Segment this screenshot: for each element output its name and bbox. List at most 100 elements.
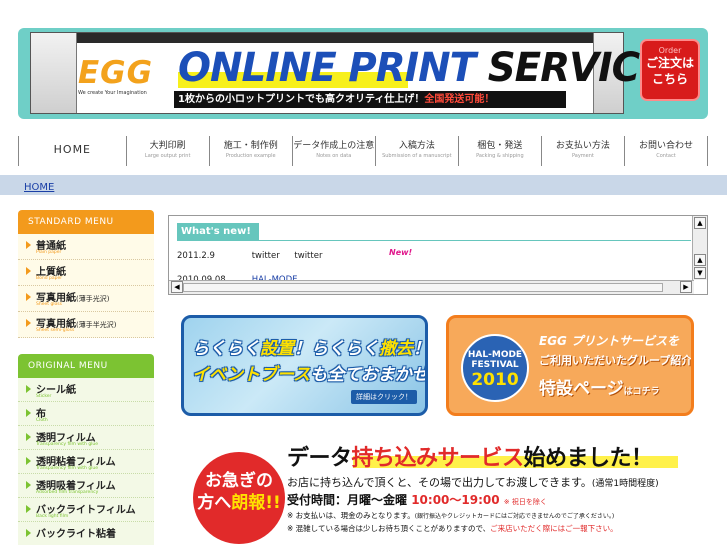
- menu-item-backlight-adhesive[interactable]: バックライト粘着: [18, 522, 154, 545]
- festival-year: 2010: [471, 370, 519, 390]
- nav-label: お問い合わせ: [638, 141, 693, 151]
- nav-label: お支払い方法: [555, 141, 610, 151]
- promo2-line2: ご利用いただいたグループ紹介: [539, 354, 693, 367]
- urgent-badge: お急ぎの 方へ朗報!!: [193, 452, 285, 544]
- whats-new-rule: [177, 240, 691, 241]
- order-button[interactable]: Order ご注文は こちら: [640, 39, 700, 101]
- scroll-thumb[interactable]: [183, 283, 663, 292]
- nav-sub: Packing & shipping: [476, 153, 524, 159]
- tagline-shipping: 全国発送可能！: [424, 94, 495, 105]
- menu-item-sub: Transparency film with glue: [36, 442, 99, 447]
- festival-name: HAL-MODE: [467, 350, 523, 360]
- nav-label: 梱包・発送: [477, 141, 523, 151]
- arrow-icon: [26, 457, 31, 465]
- standard-menu-header: STANDARD MENU: [18, 210, 154, 234]
- news-vertical-scrollbar[interactable]: ▲ ▲ ▼: [692, 216, 707, 280]
- menu-item-sticker[interactable]: シール紙 Sticker: [18, 378, 154, 402]
- nav-sub: Contact: [656, 153, 676, 159]
- nav-payment[interactable]: お支払い方法 Payment: [540, 136, 624, 166]
- menu-item-cloth[interactable]: 布 Cloth: [18, 402, 154, 426]
- headline-part-a: ONLINE PRINT: [178, 45, 476, 91]
- page-root: { "header": { "logo_text": "EGG", "logo_…: [0, 0, 727, 545]
- order-button-en: Order: [658, 46, 682, 55]
- headline-part-b: SERVICE: [487, 45, 666, 91]
- arrow-icon: [26, 267, 31, 275]
- menu-item-label: バックライト粘着: [36, 529, 116, 540]
- arrow-icon: [26, 293, 31, 301]
- news-text: twitter: [294, 251, 323, 261]
- scroll-up-icon[interactable]: ▲: [694, 217, 706, 229]
- menu-item-sub: Sticker: [36, 394, 52, 399]
- news-date: 2011.2.9: [177, 251, 215, 261]
- menu-item-sub: Sheet semi-gloss: [36, 328, 75, 333]
- new-badge: New!: [389, 248, 413, 257]
- order-button-label-1: ご注文は: [645, 56, 694, 70]
- nav-submission[interactable]: 入稿方法 Submission of a manuscript: [374, 136, 458, 166]
- menu-item-sub: Transparency film with glue: [36, 466, 99, 471]
- news-row: 2011.2.9 twitter twitter: [177, 251, 322, 261]
- data-service-description: お店に持ち込んで頂くと、その場で出力してお渡しできます。(通常1時間程度): [287, 476, 659, 489]
- printer-top: [77, 33, 593, 43]
- original-menu-header: ORIGINAL MENU: [18, 354, 154, 378]
- scroll-right-icon[interactable]: ▶: [680, 281, 692, 293]
- news-text: twitter: [251, 251, 280, 261]
- menu-item-adsorbed-film[interactable]: 透明吸着フィルム Adsorbed film transparency: [18, 474, 154, 498]
- promo1-detail-button[interactable]: 詳細はクリック！: [351, 390, 417, 404]
- logo-subtitle: We create Your Imagination: [78, 90, 147, 96]
- festival-badge: HAL-MODE FESTIVAL 2010: [461, 334, 529, 402]
- menu-item-transparent-adhesive-film[interactable]: 透明粘着フィルム Transparency film with glue: [18, 450, 154, 474]
- nav-sub: Production example: [225, 153, 276, 159]
- festival-word: FESTIVAL: [471, 360, 519, 370]
- data-service-section: お急ぎの 方へ朗報!! データ持ち込みサービス始めました！ お店に持ち込んで頂く…: [193, 436, 693, 545]
- menu-item-backlight-film[interactable]: バックライトフィルム Back light film: [18, 498, 154, 522]
- menu-item-transparent-film[interactable]: 透明フィルム Transparency film with glue: [18, 426, 154, 450]
- printer-side-left: [31, 33, 77, 113]
- promo1-line1: らくらく設置！らくらく撤去！: [192, 339, 425, 359]
- news-horizontal-scrollbar[interactable]: ◀ ▶: [169, 280, 694, 294]
- nav-label: HOME: [53, 143, 92, 156]
- arrow-icon: [26, 409, 31, 417]
- nav-data-notes[interactable]: データ作成上の注意 Notes on data: [291, 136, 375, 166]
- arrow-icon: [26, 241, 31, 249]
- urgent-badge-line2: 方へ朗報!!: [197, 493, 281, 513]
- standard-menu-list: 普通紙 Plain paper 上質紙 Bond paper 写真用紙(薄手光沢…: [18, 234, 154, 338]
- promo2-line3: 特設ページはコチラ: [539, 379, 660, 399]
- scroll-up-small-icon[interactable]: ▲: [694, 254, 706, 266]
- nav-sub: Payment: [571, 153, 594, 159]
- menu-item-bond-paper[interactable]: 上質紙 Bond paper: [18, 260, 154, 286]
- arrow-icon: [26, 529, 31, 537]
- nav-packing-shipping[interactable]: 梱包・発送 Packing & shipping: [457, 136, 541, 166]
- tagline: 1枚からの小ロットプリントでも高クオリティ仕上げ！全国発送可能！: [174, 91, 566, 108]
- nav-production-example[interactable]: 施工・制作例 Production example: [208, 136, 292, 166]
- egg-logo[interactable]: EGG We create Your Imagination: [78, 56, 158, 106]
- arrow-icon: [26, 385, 31, 393]
- arrow-icon: [26, 481, 31, 489]
- scroll-down-icon[interactable]: ▼: [694, 267, 706, 279]
- original-menu-list: シール紙 Sticker 布 Cloth 透明フィルム Transparency…: [18, 378, 154, 545]
- urgent-badge-line1: お急ぎの: [205, 471, 273, 491]
- breadcrumb-home-link[interactable]: HOME: [24, 182, 54, 193]
- event-booth-banner[interactable]: らくらく設置！らくらく撤去！ イベントブースも全ておまかせ！ 詳細はクリック！: [181, 315, 428, 416]
- nav-sub: Large output print: [144, 153, 191, 159]
- nav-label: 入稿方法: [398, 141, 435, 151]
- nav-label: データ作成上の注意: [293, 141, 375, 151]
- menu-item-sheet-semi-gloss[interactable]: 写真用紙(薄手半光沢) Sheet semi-gloss: [18, 312, 154, 338]
- breadcrumb: HOME: [0, 175, 727, 195]
- menu-item-sheet-gloss[interactable]: 写真用紙(薄手光沢) Sheet gloss: [18, 286, 154, 312]
- menu-item-plain-paper[interactable]: 普通紙 Plain paper: [18, 234, 154, 260]
- data-service-note2: ※ 混雑している場合は少しお待ち頂くことがありますので、ご来店いただく際にはご一…: [287, 524, 618, 533]
- hal-mode-festival-banner[interactable]: HAL-MODE FESTIVAL 2010 EGG プリントサービスを ご利用…: [446, 315, 694, 416]
- whats-new-panel: What's new! 2011.2.9 twitter twitter New…: [168, 215, 708, 295]
- nav-sub: Notes on data: [316, 153, 352, 159]
- menu-item-sub: Bond paper: [36, 276, 63, 281]
- nav-large-print[interactable]: 大判印刷 Large output print: [125, 136, 209, 166]
- promo1-line2: イベントブースも全ておまかせ！: [192, 365, 428, 385]
- data-service-note1: ※ お支払いは、現金のみとなります。(銀行振込やクレジットカードにはご対応できま…: [287, 511, 615, 520]
- order-button-label-2: こちら: [651, 72, 688, 86]
- nav-home[interactable]: HOME: [18, 136, 126, 166]
- nav-contact[interactable]: お問い合わせ Contact: [623, 136, 708, 166]
- site-headline: ONLINE PRINT SERVICE: [178, 45, 666, 91]
- data-service-hours: 受付時間：月曜〜金曜 10:00〜19:00 ※ 祝日を除く: [287, 493, 547, 507]
- scroll-left-icon[interactable]: ◀: [171, 281, 183, 293]
- nav-label: 施工・制作例: [223, 141, 278, 151]
